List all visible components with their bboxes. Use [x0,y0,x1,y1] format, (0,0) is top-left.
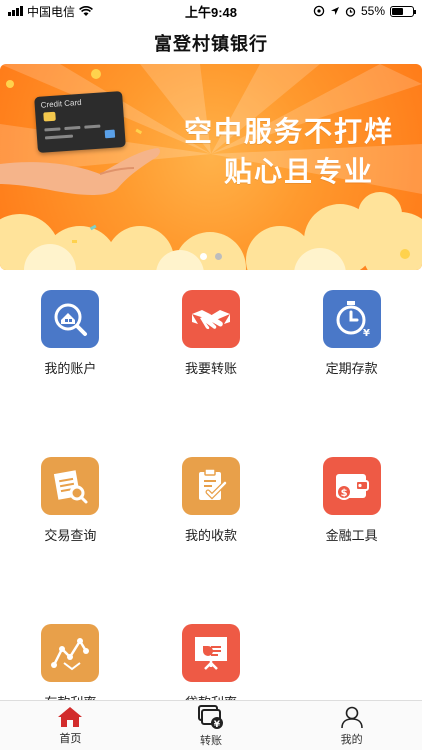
svg-text:¥: ¥ [214,720,221,730]
credit-card-graphic: Credit Card [34,90,126,154]
page-title: 富登村镇银行 [154,34,268,54]
carrier-label: 中国电信 [27,4,76,19]
card-label: Credit Card [40,97,82,110]
clipboard-check-icon [181,457,240,515]
status-right: 55% [313,4,416,18]
wallet-dollar-icon: $ [322,457,381,515]
menu-item-deposit-rates[interactable]: 存款利率 [0,624,141,711]
menu-item-my-account[interactable]: 我的账户 [0,290,141,377]
card-chip [43,111,56,122]
stopwatch-yen-icon: ¥ [322,290,381,348]
menu-label: 我的账户 [44,361,97,376]
trend-chart-icon [41,624,100,682]
presentation-board-icon [181,624,240,682]
feature-grid: 我的账户 我要转账 ¥ 定期存款 交易查询 我的收款 $ 金融工具 [0,290,422,711]
battery-level [392,7,403,15]
battery-icon [390,5,416,17]
promo-banner[interactable]: Credit Card 空中服务不打烊 贴心且专业 [0,64,422,270]
tab-label: 首页 [59,732,82,745]
carousel-dot-1[interactable] [200,253,207,260]
svg-text:$: $ [340,488,347,499]
wifi-icon [79,5,93,16]
menu-item-transaction-query[interactable]: 交易查询 [0,457,141,544]
home-icon [58,706,83,727]
banner-headline: 空中服务不打烊 [183,116,394,147]
tab-label: 转账 [199,734,222,747]
menu-item-loan-rates[interactable]: 贷款利率 [141,624,282,711]
menu-label: 交易查询 [44,528,97,543]
alarm-icon [345,6,356,17]
nav-bar: 富登村镇银行 [0,22,422,64]
tab-me[interactable]: 我的 [281,701,422,750]
location-lock-icon [313,5,325,17]
carousel-dots[interactable] [0,253,422,260]
svg-text:¥: ¥ [363,328,370,339]
notes-search-icon [41,457,100,515]
tab-bar: 首页 ¥ 转账 我的 [0,700,422,750]
menu-item-fixed-deposit[interactable]: ¥ 定期存款 [281,290,422,377]
tab-transfer[interactable]: ¥ 转账 [141,701,282,750]
menu-label: 我的收款 [184,528,237,543]
status-bar: 中国电信 上午9:48 55% [0,0,422,22]
menu-item-my-receipts[interactable]: 我的收款 [141,457,282,544]
menu-item-financial-tools[interactable]: $ 金融工具 [281,457,422,544]
status-left: 中国电信 [8,3,93,20]
transfer-icon: ¥ [197,704,223,730]
banner-subheadline: 贴心且专业 [223,156,374,187]
handshake-icon [181,290,240,348]
tab-home[interactable]: 首页 [0,701,141,750]
menu-label: 我要转账 [184,361,237,376]
account-search-icon [41,290,100,348]
battery-percent: 55% [360,4,385,18]
user-icon [340,706,363,728]
menu-item-transfer[interactable]: 我要转账 [141,290,282,377]
menu-label: 金融工具 [325,528,378,543]
tab-label: 我的 [340,733,363,746]
carousel-dot-2[interactable] [215,253,222,260]
location-arrow-icon [330,7,339,15]
menu-label: 定期存款 [325,361,378,376]
signal-icon [8,6,23,16]
